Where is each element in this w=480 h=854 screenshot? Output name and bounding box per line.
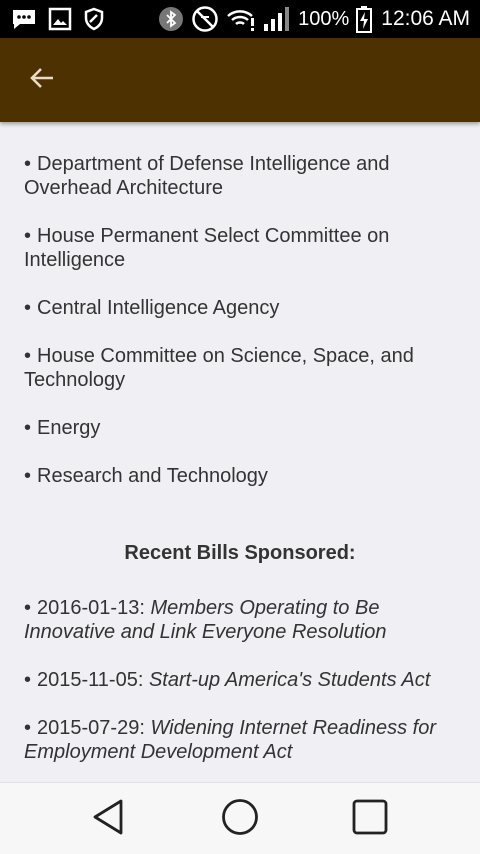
battery-charging-icon: [356, 5, 373, 33]
list-item: • Energy: [24, 417, 101, 439]
bills-heading: Recent Bills Sponsored:: [124, 542, 356, 564]
nav-recents-button[interactable]: [348, 797, 392, 841]
navigation-bar: [0, 782, 480, 854]
arrow-left-icon: [28, 64, 56, 97]
bill-date: 2015-11-05:: [37, 669, 144, 691]
status-bar: 100% 12:06 AM: [0, 0, 480, 38]
bill-date: 2016-01-13:: [37, 597, 145, 619]
image-icon: [48, 7, 72, 31]
bill-date: 2015-07-29:: [37, 717, 145, 739]
bill-item: • 2016-01-13: Members Operating to Be Inn…: [24, 597, 387, 643]
bill-title: Start-up America's Students Act: [148, 669, 431, 691]
do-not-disturb-icon: [191, 5, 219, 33]
square-recents-icon: [351, 798, 389, 841]
bluetooth-icon: [158, 6, 184, 32]
committee-label: Energy: [37, 417, 101, 439]
committee-label: House Committee on Science, Space, and T…: [24, 345, 414, 391]
shield-icon: [82, 7, 106, 31]
content-scroll[interactable]: • Department of Defense Intelligence and …: [0, 122, 480, 782]
bill-item: • 2015-07-29: Widening Internet Readiness…: [24, 717, 436, 763]
message-icon: [10, 7, 38, 31]
battery-percent: 100%: [298, 7, 350, 30]
list-item: • House Permanent Select Committee on Int…: [24, 225, 390, 271]
list-item: • Department of Defense Intelligence and …: [24, 153, 390, 199]
committee-label: Department of Defense Intelligence and O…: [24, 153, 390, 199]
committee-label: Central Intelligence Agency: [37, 297, 280, 319]
nav-back-button[interactable]: [86, 797, 130, 841]
list-item: • Central Intelligence Agency: [24, 297, 280, 319]
triangle-back-icon: [90, 798, 126, 841]
app-bar: [0, 38, 480, 122]
committee-label: Research and Technology: [37, 465, 268, 487]
circle-home-icon: [221, 798, 259, 841]
wifi-icon: [226, 6, 256, 32]
signal-icon: [263, 6, 291, 32]
committee-label: House Permanent Select Committee on Inte…: [24, 225, 390, 271]
bill-item: • 2015-11-05: Start-up America's Students…: [24, 669, 431, 691]
list-item: • Research and Technology: [24, 465, 268, 487]
back-button[interactable]: [22, 60, 62, 100]
nav-home-button[interactable]: [218, 797, 262, 841]
list-item: • House Committee on Science, Space, and …: [24, 345, 414, 391]
clock: 12:06 AM: [381, 7, 470, 30]
